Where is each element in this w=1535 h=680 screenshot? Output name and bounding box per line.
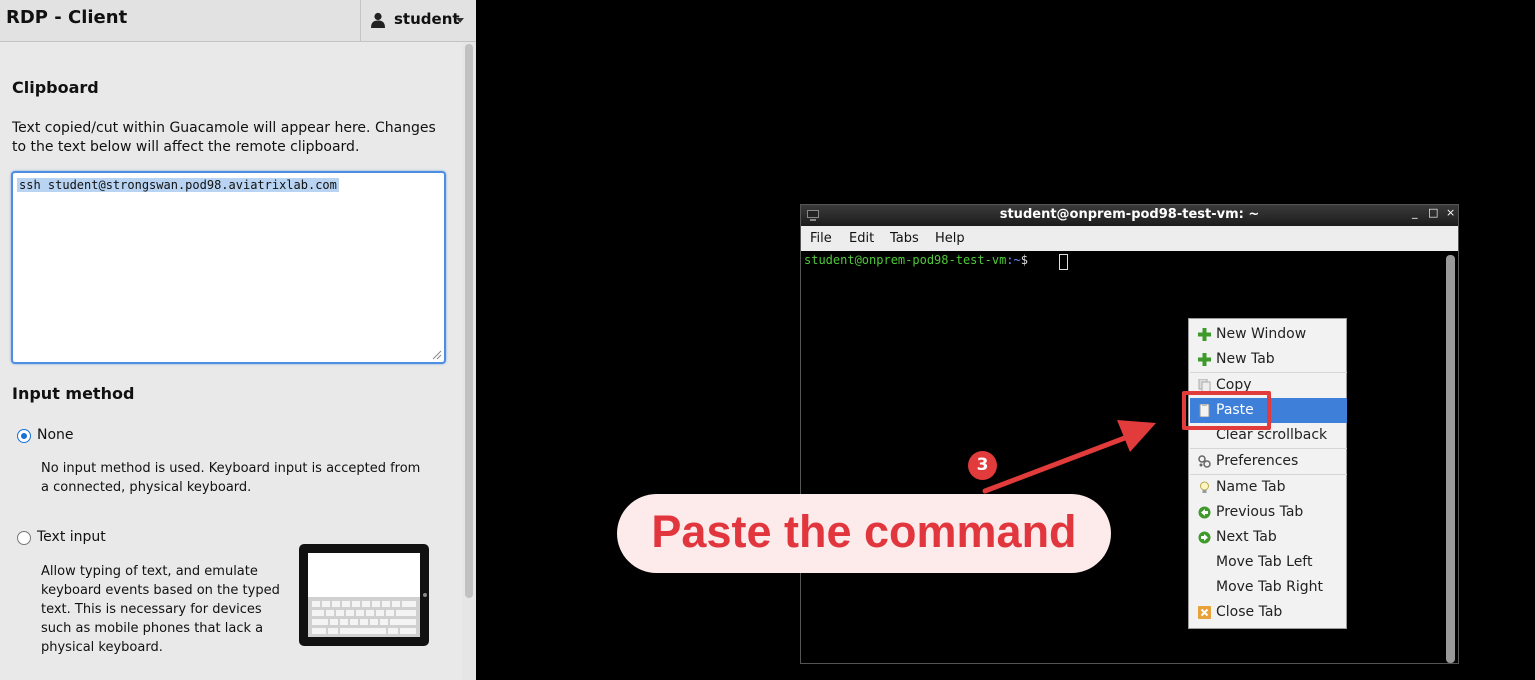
annotation-arrow	[982, 420, 1156, 494]
step-number-badge: 3	[968, 451, 997, 480]
annotation-callout: Paste the command	[617, 494, 1111, 573]
callout-text: Paste the command	[651, 506, 1077, 557]
